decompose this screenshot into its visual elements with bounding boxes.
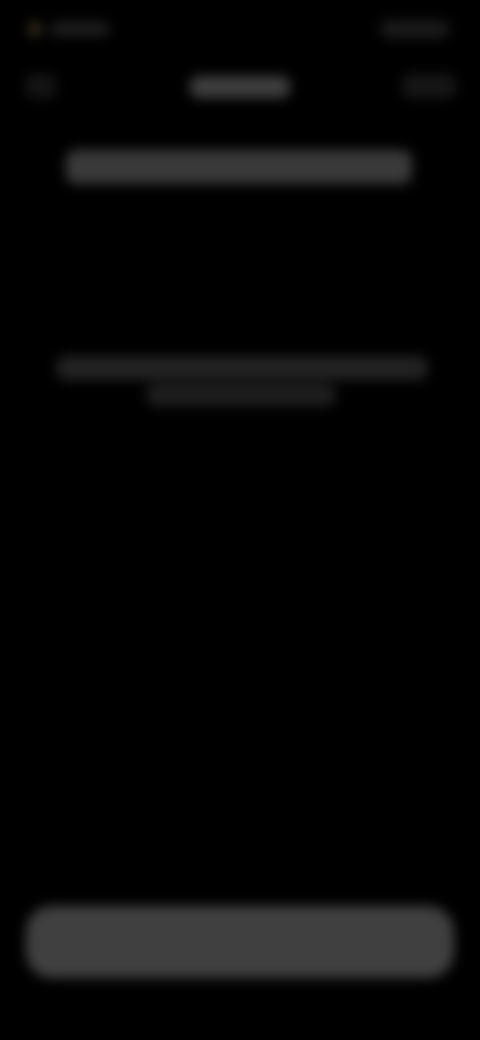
nav-action-button[interactable] bbox=[402, 74, 456, 98]
back-button[interactable] bbox=[26, 74, 56, 98]
page-headline bbox=[66, 150, 412, 184]
status-time bbox=[50, 22, 110, 36]
navigation-bar bbox=[0, 66, 480, 110]
primary-button[interactable] bbox=[26, 906, 454, 978]
body-text-line-2 bbox=[146, 384, 336, 406]
status-indicator-icon bbox=[28, 22, 42, 36]
status-bar bbox=[0, 10, 480, 46]
status-indicators bbox=[380, 20, 450, 38]
status-left bbox=[28, 18, 120, 40]
nav-title bbox=[190, 76, 290, 98]
body-text-line-1 bbox=[56, 356, 428, 380]
obscured-screen bbox=[0, 0, 480, 1040]
